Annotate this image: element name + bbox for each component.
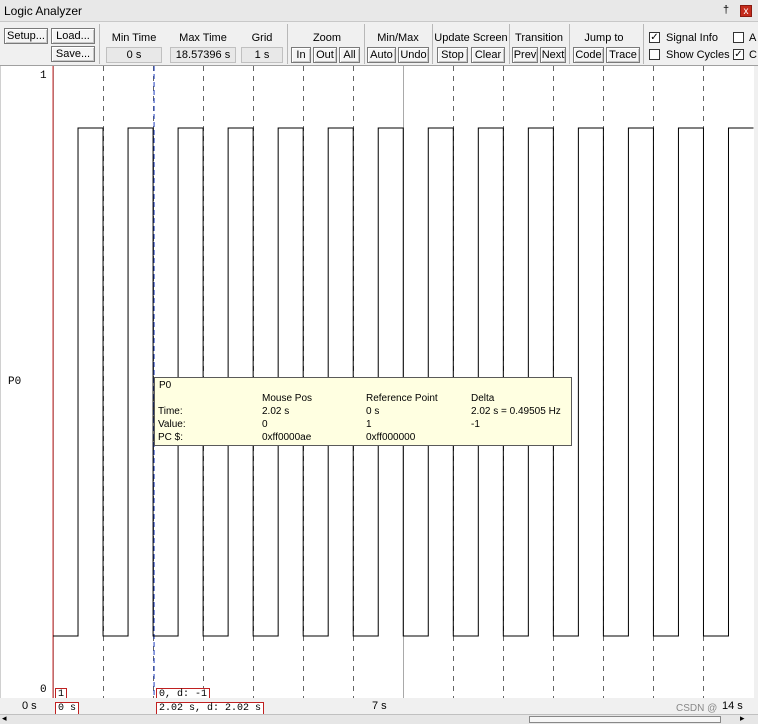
separator (432, 24, 433, 64)
close-icon[interactable]: x (740, 5, 752, 17)
setup-button[interactable]: Setup... (4, 28, 48, 44)
show-cycles-checkbox[interactable] (649, 49, 660, 60)
left-time-label: 0 s (22, 700, 37, 712)
min-time-label: Min Time (111, 32, 157, 44)
prev-button[interactable]: Prev (512, 47, 538, 63)
minmax-label: Min/Max (377, 32, 419, 44)
load-button[interactable]: Load... (51, 28, 95, 44)
separator (99, 24, 100, 64)
tooltip-delta-value: -1 (471, 419, 480, 430)
undo-button[interactable]: Undo (398, 47, 429, 63)
mouse-info-tooltip: P0 Mouse Pos Reference Point Delta Time:… (154, 377, 572, 446)
tooltip-signal: P0 (159, 380, 172, 391)
horizontal-scrollbar[interactable]: ◂ ▸ (0, 713, 758, 724)
auto-button[interactable]: Auto (367, 47, 396, 63)
scroll-thumb[interactable] (529, 716, 721, 723)
max-time-label: Max Time (179, 32, 227, 44)
transition-label: Transition (515, 32, 563, 44)
extra-a-label: A (749, 32, 757, 44)
tooltip-row-label: Time: (158, 406, 183, 417)
separator (569, 24, 570, 64)
extra-c-checkbox[interactable]: ✓ (733, 49, 744, 60)
separator (509, 24, 510, 64)
clear-button[interactable]: Clear (471, 47, 505, 63)
tooltip-row-label: Value: (158, 419, 186, 430)
tooltip-header-delta: Delta (471, 393, 495, 404)
code-button[interactable]: Code (573, 47, 604, 63)
jump-to-label: Jump to (584, 32, 624, 44)
show-cycles-label: Show Cycles (666, 49, 730, 61)
grid-value: 1 s (241, 47, 283, 63)
time-axis-bar: 0 s 0 s 2.02 s, d: 2.02 s 7 s CSDN @ 14 … (0, 698, 758, 715)
next-button[interactable]: Next (540, 47, 566, 63)
extra-a-checkbox[interactable] (733, 32, 744, 43)
tooltip-header-ref: Reference Point (366, 393, 438, 404)
scroll-right-icon[interactable]: ▸ (740, 713, 745, 724)
separator (364, 24, 365, 64)
scroll-left-icon[interactable]: ◂ (2, 713, 7, 724)
update-screen-label: Update Screen (434, 32, 508, 44)
zoom-label: Zoom (312, 32, 342, 44)
zoom-in-button[interactable]: In (291, 47, 311, 63)
right-time-label: 14 s (722, 700, 743, 712)
extra-c-label: C (749, 49, 757, 61)
tooltip-mouse-value: 0 (262, 419, 268, 430)
y-bottom-value: 0 (40, 684, 47, 696)
tooltip-ref-time: 0 s (366, 406, 380, 417)
y-top-value: 1 (40, 70, 47, 82)
signal-info-label: Signal Info (666, 32, 718, 44)
save-button[interactable]: Save... (51, 46, 95, 62)
trace-button[interactable]: Trace (606, 47, 640, 63)
pin-icon[interactable]: † (723, 4, 729, 16)
min-time-value: 0 s (106, 47, 162, 63)
tooltip-row-label: PC $: (158, 432, 184, 443)
window-title: Logic Analyzer (4, 4, 83, 18)
mid-time-label: 7 s (372, 700, 387, 712)
tooltip-ref-pc: 0xff000000 (366, 432, 416, 443)
watermark: CSDN @ (676, 703, 718, 714)
signal-info-checkbox[interactable]: ✓ (649, 32, 660, 43)
tooltip-delta-time: 2.02 s = 0.49505 Hz (471, 406, 561, 417)
tooltip-mouse-time: 2.02 s (262, 406, 290, 417)
tooltip-mouse-pc: 0xff0000ae (262, 432, 312, 443)
zoom-all-button[interactable]: All (339, 47, 360, 63)
signal-name: P0 (8, 376, 22, 388)
zoom-out-button[interactable]: Out (313, 47, 337, 63)
stop-button[interactable]: Stop (437, 47, 468, 63)
tooltip-ref-value: 1 (366, 419, 372, 430)
max-time-value: 18.57396 s (170, 47, 236, 63)
window-titlebar: Logic Analyzer † x (0, 0, 758, 22)
separator (643, 24, 644, 64)
grid-label: Grid (251, 32, 273, 44)
separator (287, 24, 288, 64)
tooltip-header-mouse: Mouse Pos (262, 393, 313, 404)
toolbar: Setup... Load... Save... Min Time 0 s Ma… (0, 22, 758, 66)
